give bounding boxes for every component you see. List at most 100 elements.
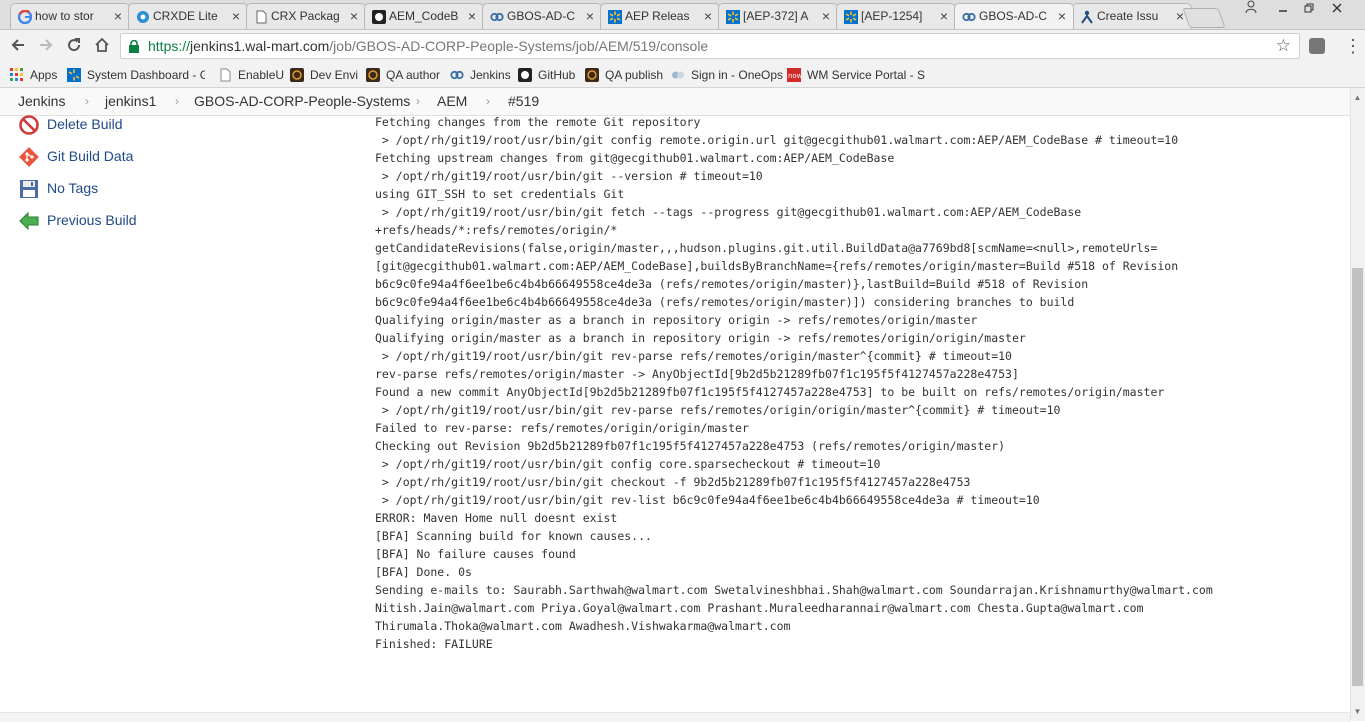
- console-line: Found a new commit AnyObjectId[9b2d5b212…: [375, 385, 1165, 399]
- minimize-icon[interactable]: [1270, 0, 1296, 18]
- reload-button[interactable]: [63, 36, 85, 58]
- console-line: Checking out Revision 9b2d5b21289fb07f1c…: [375, 439, 1006, 453]
- console-line: Thirumala.Thoka@walmart.com Awadhesh.Vis…: [375, 619, 791, 633]
- bookmark-enableu[interactable]: EnableU: [218, 63, 284, 87]
- bookmark-qa-author[interactable]: QA author: [366, 63, 440, 87]
- forward-button[interactable]: [35, 36, 57, 58]
- bookmark-system-dashboard[interactable]: System Dashboard - Glo: [67, 63, 205, 87]
- bookmark-wm-service-portal[interactable]: now WM Service Portal - Ser: [787, 63, 925, 87]
- console-line: > /opt/rh/git19/root/usr/bin/git config …: [375, 133, 1179, 147]
- breadcrumb-jenkins[interactable]: Jenkins: [18, 88, 65, 115]
- github-icon: [372, 10, 386, 24]
- tab-3[interactable]: AEM_CodeB ×: [364, 3, 484, 29]
- side-item-previous-build[interactable]: Previous Build: [18, 208, 318, 232]
- breadcrumb-separator: ›: [85, 94, 89, 108]
- walmart-icon: [726, 10, 740, 24]
- console-line: [BFA] Done. 0s: [375, 565, 472, 579]
- breadcrumb-build[interactable]: #519: [508, 88, 539, 115]
- side-item-label: Git Build Data: [47, 148, 134, 164]
- tab-title: [AEP-1254]: [861, 9, 923, 23]
- bookmark-apps[interactable]: Apps: [10, 63, 57, 87]
- console-line: Failed to rev-parse: refs/remotes/origin…: [375, 421, 749, 435]
- tab-title: AEP Releas: [625, 9, 690, 23]
- tab-5[interactable]: AEP Releas ×: [600, 3, 720, 29]
- home-icon: [95, 37, 109, 52]
- close-icon[interactable]: ×: [232, 4, 240, 29]
- console-line: [git@gecgithub01.walmart.com:AEP/AEM_Cod…: [375, 259, 1179, 273]
- tab-strip: how to stor × CRXDE Lite × CRX Packag × …: [0, 0, 1365, 30]
- bookmark-jenkins[interactable]: Jenkins: [450, 63, 511, 87]
- bookmark-github[interactable]: GitHub: [518, 63, 575, 87]
- console-line: > /opt/rh/git19/root/usr/bin/git rev-lis…: [375, 493, 1040, 507]
- tab-4[interactable]: GBOS-AD-C ×: [482, 3, 602, 29]
- aem-icon: [366, 68, 380, 82]
- bookmark-oneops[interactable]: Sign in - OneOps: [671, 63, 783, 87]
- bookmarks-bar: Apps System Dashboard - Glo EnableU Dev …: [0, 63, 1365, 88]
- floppy-disk-icon: [20, 180, 38, 198]
- side-item-delete-build[interactable]: Delete Build: [18, 112, 318, 136]
- profile-icon[interactable]: [1238, 0, 1264, 18]
- apps-grid-icon: [10, 68, 23, 81]
- console-line: getCandidateRevisions(false,origin/maste…: [375, 241, 1158, 255]
- tab-1[interactable]: CRXDE Lite ×: [128, 3, 248, 29]
- console-line: Qualifying origin/master as a branch in …: [375, 331, 1026, 345]
- tab-9[interactable]: Create Issu ×: [1072, 3, 1192, 29]
- svg-text:now: now: [788, 72, 801, 80]
- side-item-no-tags[interactable]: No Tags: [18, 176, 318, 200]
- page-icon: [256, 10, 267, 24]
- close-icon[interactable]: ×: [586, 4, 594, 29]
- close-icon[interactable]: ×: [822, 4, 830, 29]
- close-icon[interactable]: ×: [114, 4, 122, 29]
- console-line: [BFA] No failure causes found: [375, 547, 576, 561]
- breadcrumb-folder[interactable]: GBOS-AD-CORP-People-Systems: [194, 88, 410, 115]
- tab-title: Create Issu: [1097, 9, 1159, 23]
- close-icon[interactable]: ×: [468, 4, 476, 29]
- page-icon: [220, 68, 231, 82]
- scroll-down-icon[interactable]: ▼: [1350, 704, 1365, 719]
- jenkins-icon: [490, 12, 504, 22]
- bookmark-qa-publish[interactable]: QA publish: [585, 63, 663, 87]
- home-button[interactable]: [91, 36, 113, 58]
- walmart-icon: [67, 68, 81, 82]
- console-line: > /opt/rh/git19/root/usr/bin/git rev-par…: [375, 403, 1061, 417]
- breadcrumb-job[interactable]: AEM: [437, 88, 467, 115]
- breadcrumb-separator: ›: [175, 94, 179, 108]
- tab-6[interactable]: [AEP-372] A ×: [718, 3, 838, 29]
- side-item-git-build-data[interactable]: Git Build Data: [18, 144, 318, 168]
- restore-icon[interactable]: [1296, 0, 1322, 18]
- console-line: Fetching upstream changes from git@gecgi…: [375, 151, 895, 165]
- close-icon[interactable]: ×: [350, 4, 358, 29]
- walmart-icon: [608, 10, 622, 24]
- breadcrumb-separator: ›: [486, 94, 490, 108]
- console-line: Qualifying origin/master as a branch in …: [375, 313, 978, 327]
- walmart-icon: [844, 10, 858, 24]
- breadcrumb-jenkins1[interactable]: jenkins1: [105, 88, 156, 115]
- window-close-icon[interactable]: [1324, 0, 1350, 18]
- close-icon[interactable]: ×: [940, 4, 948, 29]
- console-line: Nitish.Jain@walmart.com Priya.Goyal@walm…: [375, 601, 1144, 615]
- scrollbar-thumb[interactable]: [1352, 268, 1363, 686]
- close-icon[interactable]: ×: [1058, 4, 1066, 29]
- console-line: [BFA] Scanning build for known causes...: [375, 529, 652, 543]
- console-line: Finished: FAILURE: [375, 637, 493, 651]
- close-icon[interactable]: ×: [704, 4, 712, 29]
- tab-0[interactable]: how to stor ×: [10, 3, 130, 29]
- console-line: > /opt/rh/git19/root/usr/bin/git rev-par…: [375, 349, 1012, 363]
- browser-menu-icon[interactable]: ⋮: [1344, 36, 1362, 56]
- bookmark-dev-envi[interactable]: Dev Envi: [290, 63, 358, 87]
- tab-8-active[interactable]: GBOS-AD-C ×: [954, 3, 1074, 29]
- back-button[interactable]: [7, 36, 29, 58]
- scroll-up-icon[interactable]: ▲: [1350, 90, 1365, 105]
- address-bar[interactable]: https://jenkins1.wal-mart.com/job/GBOS-A…: [120, 33, 1300, 59]
- bookmark-star-icon[interactable]: ☆: [1276, 35, 1291, 57]
- oneops-icon: [672, 71, 684, 79]
- new-tab-button[interactable]: [1182, 8, 1226, 28]
- reload-icon: [68, 38, 81, 52]
- console-line: ERROR: Maven Home null doesnt exist: [375, 511, 618, 525]
- tab-7[interactable]: [AEP-1254] ×: [836, 3, 956, 29]
- console-line: rev-parse refs/remotes/origin/master -> …: [375, 367, 1019, 381]
- crxde-icon: [137, 11, 149, 23]
- extension-icon[interactable]: [1309, 38, 1325, 54]
- tab-2[interactable]: CRX Packag ×: [246, 3, 366, 29]
- tab-title: CRXDE Lite: [153, 9, 218, 23]
